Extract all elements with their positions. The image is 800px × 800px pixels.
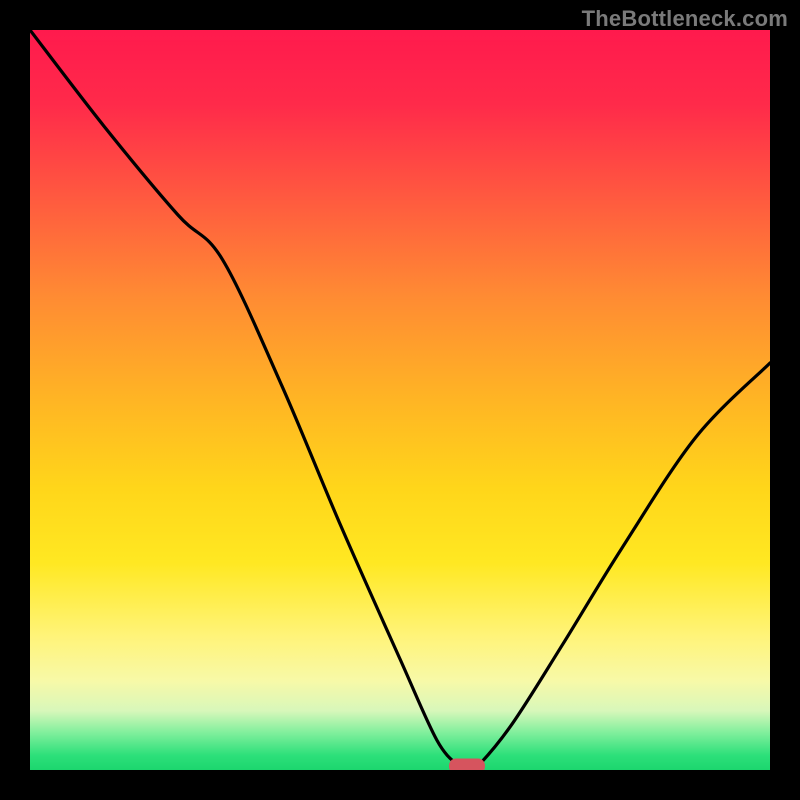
curve-layer: [30, 30, 770, 770]
watermark-text: TheBottleneck.com: [582, 6, 788, 32]
bottleneck-curve: [30, 30, 770, 770]
optimal-marker: [449, 759, 485, 770]
plot-area: [30, 30, 770, 770]
chart-frame: TheBottleneck.com: [0, 0, 800, 800]
